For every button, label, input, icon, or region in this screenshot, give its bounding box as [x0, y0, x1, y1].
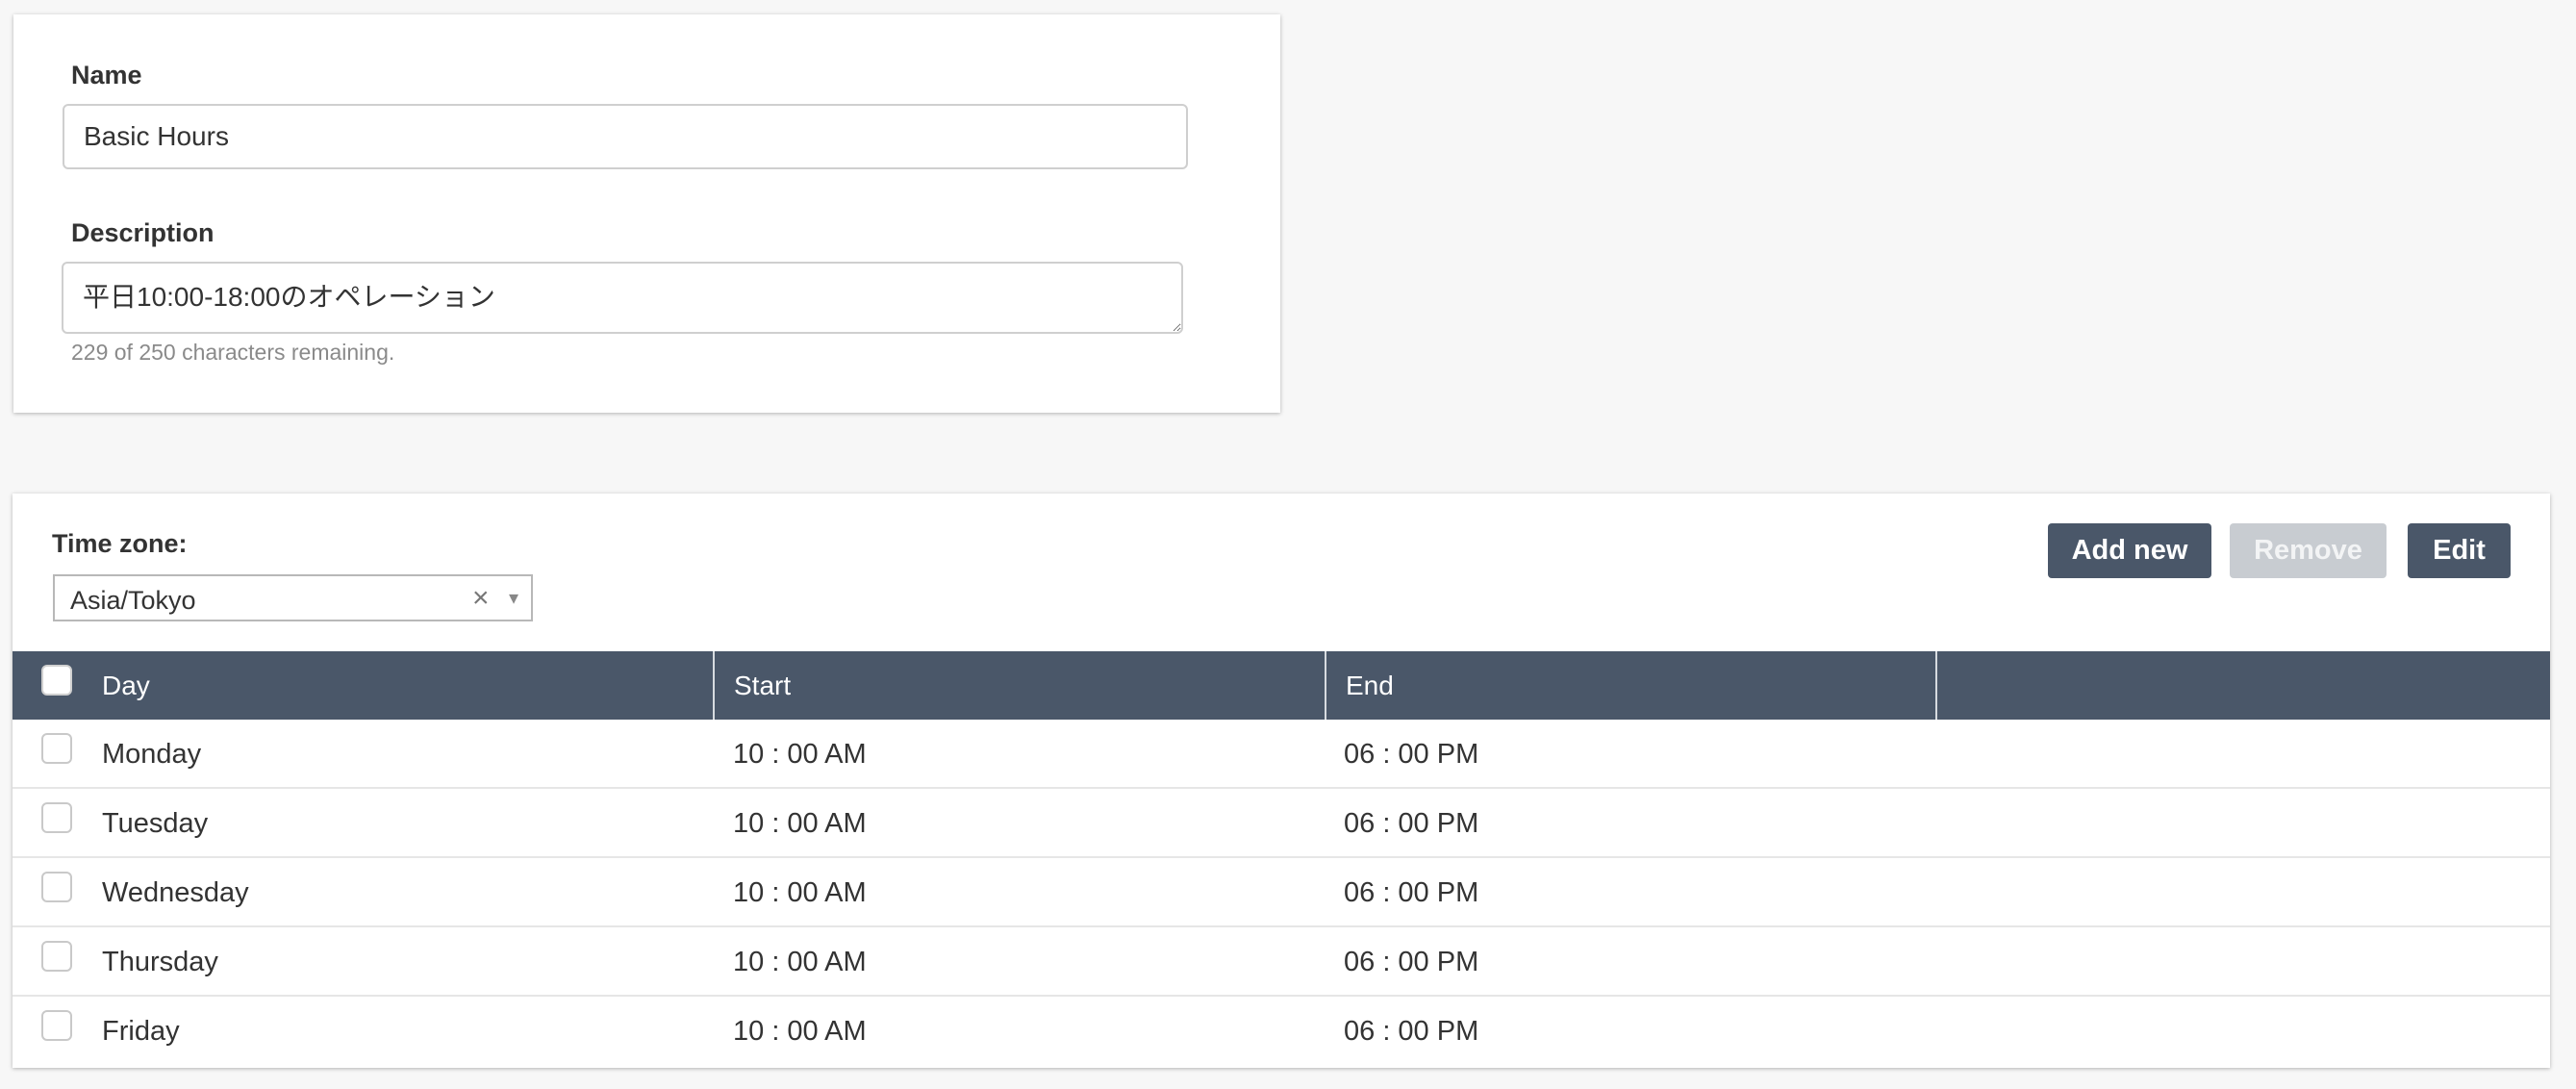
row-checkbox[interactable] [41, 802, 72, 833]
clear-icon[interactable]: × [472, 582, 490, 615]
day-cell: Wednesday [102, 877, 249, 908]
start-time-cell: 10 : 00 AM [733, 1016, 867, 1047]
end-time-cell: 06 : 00 PM [1344, 739, 1479, 770]
row-checkbox[interactable] [41, 872, 72, 902]
column-divider [1325, 651, 1326, 720]
column-header-day[interactable]: Day [102, 671, 150, 701]
end-time-cell: 06 : 00 PM [1344, 1016, 1479, 1047]
table-row[interactable]: Monday 10 : 00 AM 06 : 00 PM [13, 720, 2550, 789]
day-cell: Friday [102, 1016, 180, 1047]
day-cell: Thursday [102, 947, 218, 977]
add-new-button[interactable]: Add new [2048, 523, 2211, 578]
row-checkbox[interactable] [41, 941, 72, 972]
end-time-cell: 06 : 00 PM [1344, 947, 1479, 977]
end-time-cell: 06 : 00 PM [1344, 808, 1479, 839]
table-row[interactable]: Friday 10 : 00 AM 06 : 00 PM [13, 997, 2550, 1066]
schedule-card: Time zone: Asia/Tokyo × ▾ Add new Remove… [13, 494, 2550, 1068]
timezone-label: Time zone: [52, 529, 188, 558]
end-time-cell: 06 : 00 PM [1344, 877, 1479, 908]
table-header: Day Start End [13, 651, 2550, 720]
day-cell: Tuesday [102, 808, 209, 839]
table-row[interactable]: Wednesday 10 : 00 AM 06 : 00 PM [13, 858, 2550, 927]
column-divider [1935, 651, 1937, 720]
timezone-value: Asia/Tokyo [70, 586, 196, 615]
start-time-cell: 10 : 00 AM [733, 947, 867, 977]
char-count-hint: 229 of 250 characters remaining. [71, 340, 395, 365]
remove-button[interactable]: Remove [2230, 523, 2387, 578]
details-card: Name Description 平日10:00-18:00のオペレーション 2… [13, 14, 1280, 413]
column-header-start[interactable]: Start [734, 671, 791, 701]
select-all-checkbox[interactable] [41, 665, 72, 696]
column-divider [713, 651, 715, 720]
row-checkbox[interactable] [41, 733, 72, 764]
row-checkbox[interactable] [41, 1010, 72, 1041]
table-row[interactable]: Tuesday 10 : 00 AM 06 : 00 PM [13, 789, 2550, 858]
description-input[interactable]: 平日10:00-18:00のオペレーション [62, 262, 1183, 334]
chevron-down-icon[interactable]: ▾ [509, 586, 518, 610]
description-label: Description [71, 218, 215, 247]
start-time-cell: 10 : 00 AM [733, 739, 867, 770]
name-input[interactable] [63, 104, 1188, 169]
start-time-cell: 10 : 00 AM [733, 877, 867, 908]
name-label: Name [71, 61, 142, 89]
day-cell: Monday [102, 739, 202, 770]
start-time-cell: 10 : 00 AM [733, 808, 867, 839]
timezone-select[interactable]: Asia/Tokyo × ▾ [53, 574, 533, 621]
edit-button[interactable]: Edit [2408, 523, 2511, 578]
table-row[interactable]: Thursday 10 : 00 AM 06 : 00 PM [13, 927, 2550, 997]
column-header-end[interactable]: End [1346, 671, 1394, 701]
